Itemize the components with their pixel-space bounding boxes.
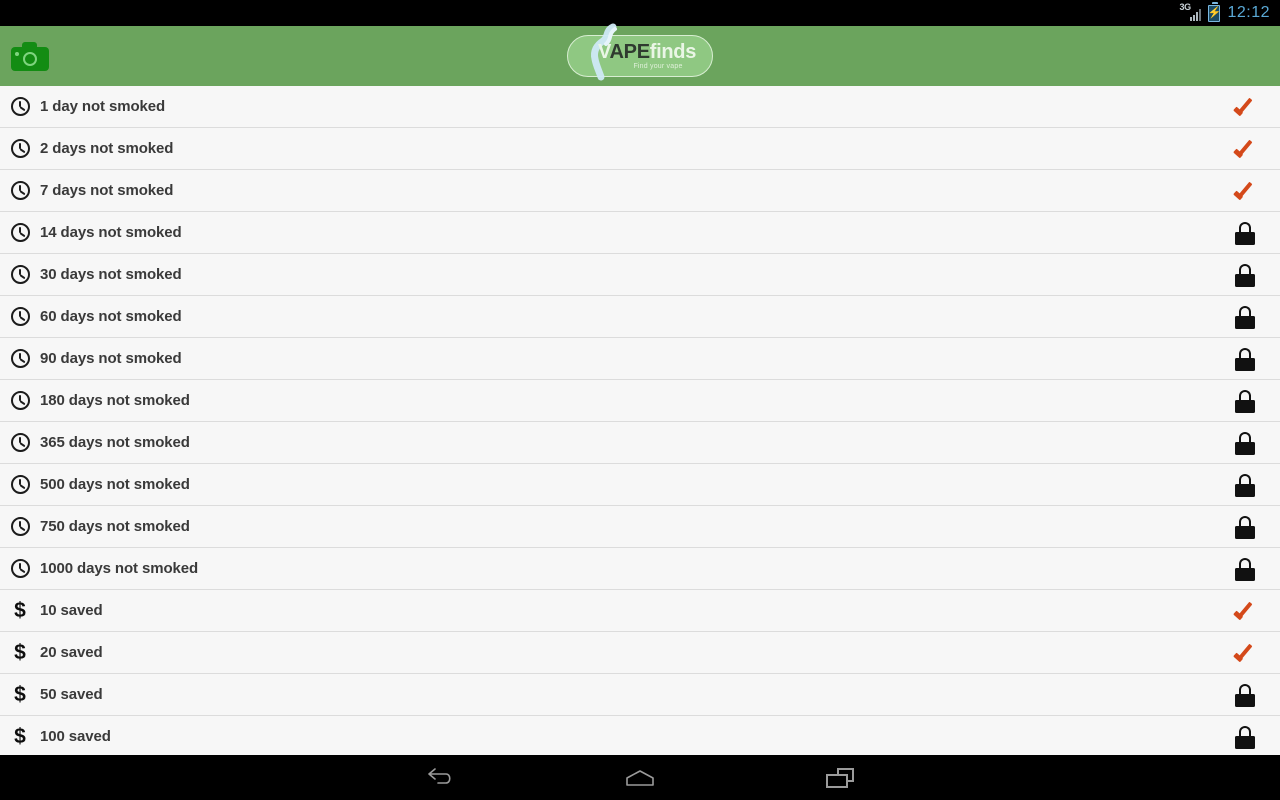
logo-text-ape: APE [609, 41, 651, 63]
check-icon [1228, 590, 1262, 632]
clock-icon [0, 475, 40, 494]
lock-icon [1228, 464, 1262, 506]
lock-icon [1228, 506, 1262, 548]
check-icon [1228, 170, 1262, 212]
achievement-label: 50 saved [40, 686, 103, 703]
achievement-list[interactable]: 1 day not smoked 2 days not smoked 7 days … [0, 86, 1280, 755]
check-icon [1228, 128, 1262, 170]
achievement-row[interactable]: 30 days not smoked [0, 254, 1280, 296]
lock-icon [1228, 422, 1262, 464]
app-logo[interactable]: VAPEfinds Find your vape [567, 23, 713, 81]
lock-icon [1228, 380, 1262, 422]
achievement-row[interactable]: 2 days not smoked [0, 128, 1280, 170]
achievement-label: 14 days not smoked [40, 224, 182, 241]
clock-icon [0, 97, 40, 116]
achievement-row[interactable]: $100 saved [0, 716, 1280, 755]
device-screen: 3G ⚡ 12:12 VAPEfinds Find your vape 1 da… [0, 0, 1280, 800]
app-header: VAPEfinds Find your vape [0, 23, 1280, 86]
lock-icon [1228, 212, 1262, 254]
dollar-icon: $ [14, 683, 26, 706]
logo-letter-v: V [597, 41, 610, 63]
achievement-label: 30 days not smoked [40, 266, 182, 283]
clock-icon [0, 307, 40, 326]
achievement-label: 20 saved [40, 644, 103, 661]
back-button[interactable] [404, 755, 476, 800]
clock-icon [0, 391, 40, 410]
achievement-row[interactable]: 7 days not smoked [0, 170, 1280, 212]
achievement-row[interactable]: 1 day not smoked [0, 86, 1280, 128]
achievement-label: 365 days not smoked [40, 434, 190, 451]
battery-charging-icon: ⚡ [1208, 1, 1221, 22]
check-icon [1228, 86, 1262, 128]
dollar-icon: $ [14, 725, 26, 748]
recent-apps-icon [826, 767, 854, 788]
clock-icon [0, 517, 40, 536]
android-navigation-bar [0, 755, 1280, 800]
achievement-row[interactable]: $10 saved [0, 590, 1280, 632]
achievement-label: 2 days not smoked [40, 140, 174, 157]
dollar-icon: $ [14, 599, 26, 622]
logo-tagline: Find your vape [633, 63, 683, 70]
achievement-row[interactable]: 180 days not smoked [0, 380, 1280, 422]
clock-icon [0, 181, 40, 200]
achievement-label: 7 days not smoked [40, 182, 174, 199]
achievement-row[interactable]: 750 days not smoked [0, 506, 1280, 548]
lock-icon [1228, 548, 1262, 590]
camera-button[interactable] [0, 26, 60, 86]
lock-icon [1228, 254, 1262, 296]
recent-apps-button[interactable] [804, 755, 876, 800]
clock-icon [0, 223, 40, 242]
achievement-label: 1000 days not smoked [40, 560, 199, 577]
signal-bars-icon: 3G [1179, 2, 1202, 22]
achievement-label: 90 days not smoked [40, 350, 182, 367]
clock-icon [0, 433, 40, 452]
home-icon [626, 769, 654, 786]
clock-icon [0, 349, 40, 368]
achievement-label: 1 day not smoked [40, 98, 166, 115]
achievement-label: 750 days not smoked [40, 518, 190, 535]
home-button[interactable] [604, 755, 676, 800]
achievement-row[interactable]: 90 days not smoked [0, 338, 1280, 380]
lock-icon [1228, 674, 1262, 716]
achievement-label: 60 days not smoked [40, 308, 182, 325]
lock-icon [1228, 716, 1262, 755]
achievement-row[interactable]: 365 days not smoked [0, 422, 1280, 464]
achievement-label: 10 saved [40, 602, 103, 619]
achievement-row[interactable]: 1000 days not smoked [0, 548, 1280, 590]
logo-text-finds: finds [649, 41, 697, 63]
achievement-row[interactable]: $20 saved [0, 632, 1280, 674]
network-type-label: 3G [1179, 2, 1191, 12]
clock-icon [0, 139, 40, 158]
camera-icon [11, 41, 49, 71]
achievement-row[interactable]: $50 saved [0, 674, 1280, 716]
dollar-icon: $ [14, 641, 26, 664]
back-arrow-icon [428, 767, 451, 784]
status-bar-clock: 12:12 [1227, 4, 1270, 21]
achievement-label: 180 days not smoked [40, 392, 190, 409]
achievement-row[interactable]: 60 days not smoked [0, 296, 1280, 338]
check-icon [1228, 632, 1262, 674]
achievement-label: 500 days not smoked [40, 476, 190, 493]
achievement-label: 100 saved [40, 728, 111, 745]
achievement-row[interactable]: 14 days not smoked [0, 212, 1280, 254]
status-bar: 3G ⚡ 12:12 [0, 0, 1280, 26]
achievement-row[interactable]: 500 days not smoked [0, 464, 1280, 506]
lock-icon [1228, 296, 1262, 338]
clock-icon [0, 559, 40, 578]
lock-icon [1228, 338, 1262, 380]
clock-icon [0, 265, 40, 284]
